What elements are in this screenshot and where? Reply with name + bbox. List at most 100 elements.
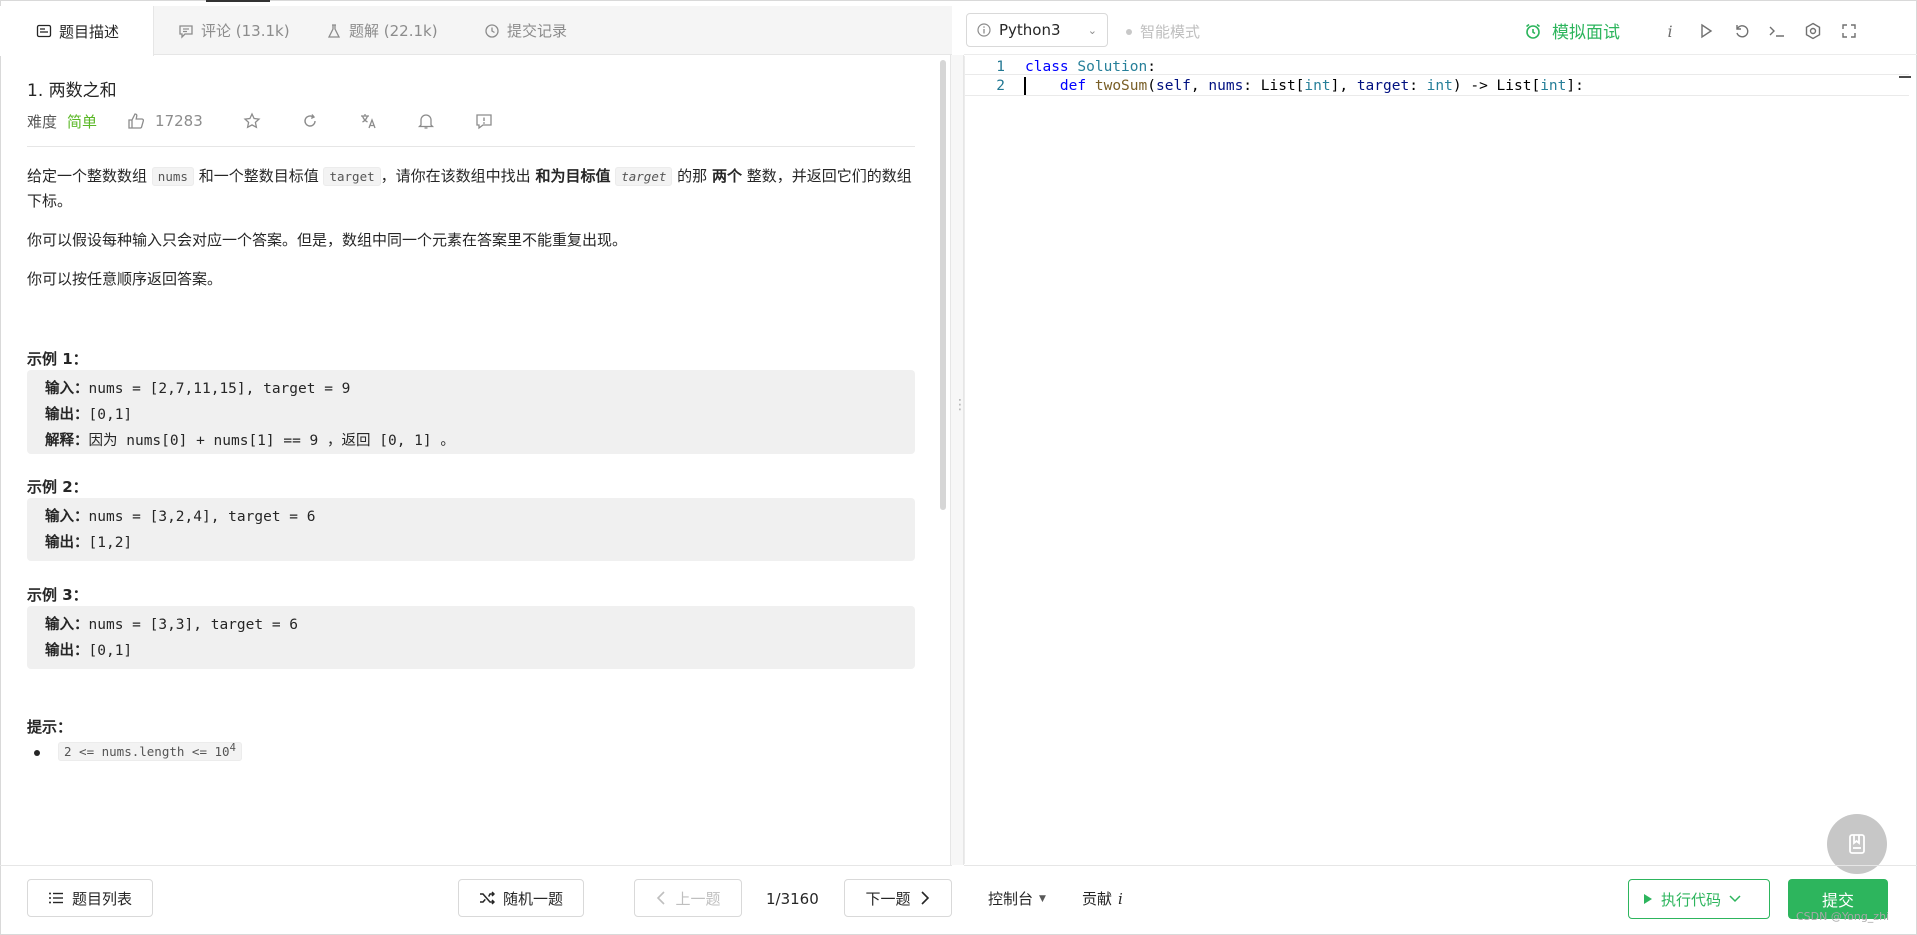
console-label: 控制台 (988, 890, 1034, 908)
problem-pager: 1/3160 (766, 890, 819, 908)
flask-icon (327, 23, 341, 38)
problem-footer: 题目列表 随机一题 上一题 1/3160 下一题 (0, 865, 952, 935)
notebook-icon (1849, 834, 1865, 854)
example-title: 示例 2： (27, 478, 88, 496)
example-title: 示例 1： (27, 350, 88, 368)
play-icon (1644, 894, 1652, 904)
tab-label: 评论 (13.1k) (201, 22, 290, 40)
inline-code: 2 <= nums.length <= 104 (58, 742, 242, 762)
fullscreen-icon[interactable] (1838, 20, 1860, 42)
feedback-icon[interactable] (475, 112, 493, 130)
example-line: 输入：nums = [3,2,4], target = 6 (45, 504, 897, 530)
translate-icon[interactable] (359, 112, 377, 130)
tab-submissions[interactable]: 提交记录 (484, 6, 567, 55)
example-line: 输入：nums = [3,3], target = 6 (45, 612, 897, 638)
editor-toolbar: Python3 ⌄ 智能模式 模拟面试 i (964, 6, 1917, 55)
watermark: CSDN @Yong_zhi (1796, 910, 1890, 923)
code-editor[interactable]: 1 class Solution: 2 def twoSum(self, num… (964, 56, 1911, 874)
example-box: 输入：nums = [3,3], target = 6 输出：[0,1] (27, 606, 915, 669)
inline-code: target (615, 167, 673, 186)
like-count: 17283 (155, 112, 203, 130)
play-icon[interactable] (1695, 20, 1717, 42)
keyword: class (1025, 59, 1069, 75)
hint-text: 2 <= nums.length <= 10 (64, 744, 230, 760)
example-value: [0,1] (88, 643, 133, 659)
contribute-button[interactable]: 贡献 i (1082, 888, 1123, 909)
chevron-left-icon (657, 891, 666, 905)
parameter: nums (1208, 78, 1244, 94)
terminal-icon[interactable] (1766, 20, 1788, 42)
example-title: 示例 3： (27, 586, 88, 604)
example-line: 输出：[0,1] (45, 402, 897, 428)
parameter: self (1155, 78, 1191, 94)
info-icon: i (1118, 889, 1123, 908)
bell-icon[interactable] (417, 112, 435, 130)
button-label: 题目列表 (71, 889, 132, 908)
alarm-clock-icon (1526, 23, 1540, 39)
tab-solutions[interactable]: 题解 (22.1k) (326, 6, 438, 55)
tab-label: 提交记录 (507, 22, 568, 40)
random-problem-button[interactable]: 随机一题 (458, 879, 584, 917)
tab-description[interactable]: 题目描述 (0, 0, 271, 56)
punctuation: ], (1330, 78, 1357, 94)
example-key: 输出： (45, 535, 89, 551)
inline-code: nums (151, 167, 194, 186)
tab-label: 题目描述 (59, 22, 120, 41)
code-text: def twoSum(self, nums: List[int], target… (1025, 75, 1584, 97)
next-problem-button[interactable]: 下一题 (844, 879, 952, 917)
bold-text: 和为目标值 (535, 167, 611, 185)
info-icon[interactable]: i (1659, 20, 1681, 42)
problem-tabs: 题目描述 评论 (13.1k) 题解 (22.1k) 提交记录 (0, 0, 952, 56)
type-name: int (1426, 78, 1453, 94)
language-label: Python3 (999, 21, 1061, 39)
punctuation: : (1147, 59, 1156, 75)
tab-comments[interactable]: 评论 (13.1k) (178, 6, 290, 55)
info-icon-glyph: i (1667, 21, 1673, 41)
hint-item: 2 <= nums.length <= 104 (34, 742, 242, 762)
chevron-down-icon: ⌄ (1087, 23, 1097, 37)
problem-content: 1. 两数之和 难度 简单 17283 给定一个整数数组 nums 和一个整数目… (0, 56, 940, 864)
hint-exponent: 4 (229, 742, 236, 754)
problem-list-button[interactable]: 题目列表 (27, 879, 153, 917)
mock-interview-button[interactable]: 模拟面试 (1524, 18, 1620, 43)
star-icon[interactable] (243, 112, 261, 130)
punctuation: ( (1147, 78, 1156, 94)
share-icon[interactable] (301, 112, 319, 130)
text: ，请你在该数组中找出 (380, 167, 531, 185)
smart-mode-toggle[interactable]: 智能模式 (1126, 21, 1200, 42)
like-button[interactable]: 17283 (127, 112, 203, 130)
thumbs-up-icon (128, 113, 145, 129)
tab-label: 题解 (22.1k) (349, 22, 438, 40)
divider (27, 146, 915, 147)
caret-down-icon: ▼ (1039, 893, 1046, 904)
difficulty-label: 难度 (27, 112, 58, 131)
button-label: 随机一题 (502, 889, 563, 908)
problem-scrollbar[interactable] (940, 60, 946, 510)
example-line: 解释：因为 nums[0] + nums[1] == 9 ，返回 [0, 1] … (45, 428, 897, 454)
mock-interview-label: 模拟面试 (1552, 23, 1620, 43)
shuffle-icon (479, 891, 495, 905)
editor-footer: 控制台 ▼ 贡献 i 执行代码 提交 (964, 865, 1917, 935)
run-code-button[interactable]: 执行代码 (1628, 879, 1770, 919)
hint-title: 提示： (27, 718, 73, 736)
function-name: twoSum (1094, 78, 1148, 94)
inline-code: target (323, 167, 381, 186)
reset-icon[interactable] (1731, 20, 1753, 42)
example-value: [1,2] (88, 535, 133, 551)
text: 给定一个整数数组 (27, 167, 148, 185)
problem-title: 1. 两数之和 (27, 81, 117, 101)
prev-problem-button[interactable]: 上一题 (634, 879, 742, 917)
editor-panel: Python3 ⌄ 智能模式 模拟面试 i 1 class Solution: … (964, 0, 1917, 935)
code-line-current: 2 def twoSum(self, nums: List[int], targ… (965, 74, 1909, 96)
contribute-label: 贡献 (1082, 890, 1113, 908)
panel-resize-handle[interactable] (950, 55, 967, 865)
keyword: def (1059, 78, 1087, 94)
settings-icon[interactable] (1802, 20, 1824, 42)
example-line: 输出：[0,1] (45, 638, 897, 664)
example-key: 输入： (45, 509, 89, 525)
language-select[interactable]: Python3 ⌄ (966, 13, 1108, 47)
console-toggle[interactable]: 控制台 ▼ (988, 888, 1046, 909)
status-dot (1126, 28, 1132, 35)
difficulty-badge: 简单 (67, 112, 98, 131)
